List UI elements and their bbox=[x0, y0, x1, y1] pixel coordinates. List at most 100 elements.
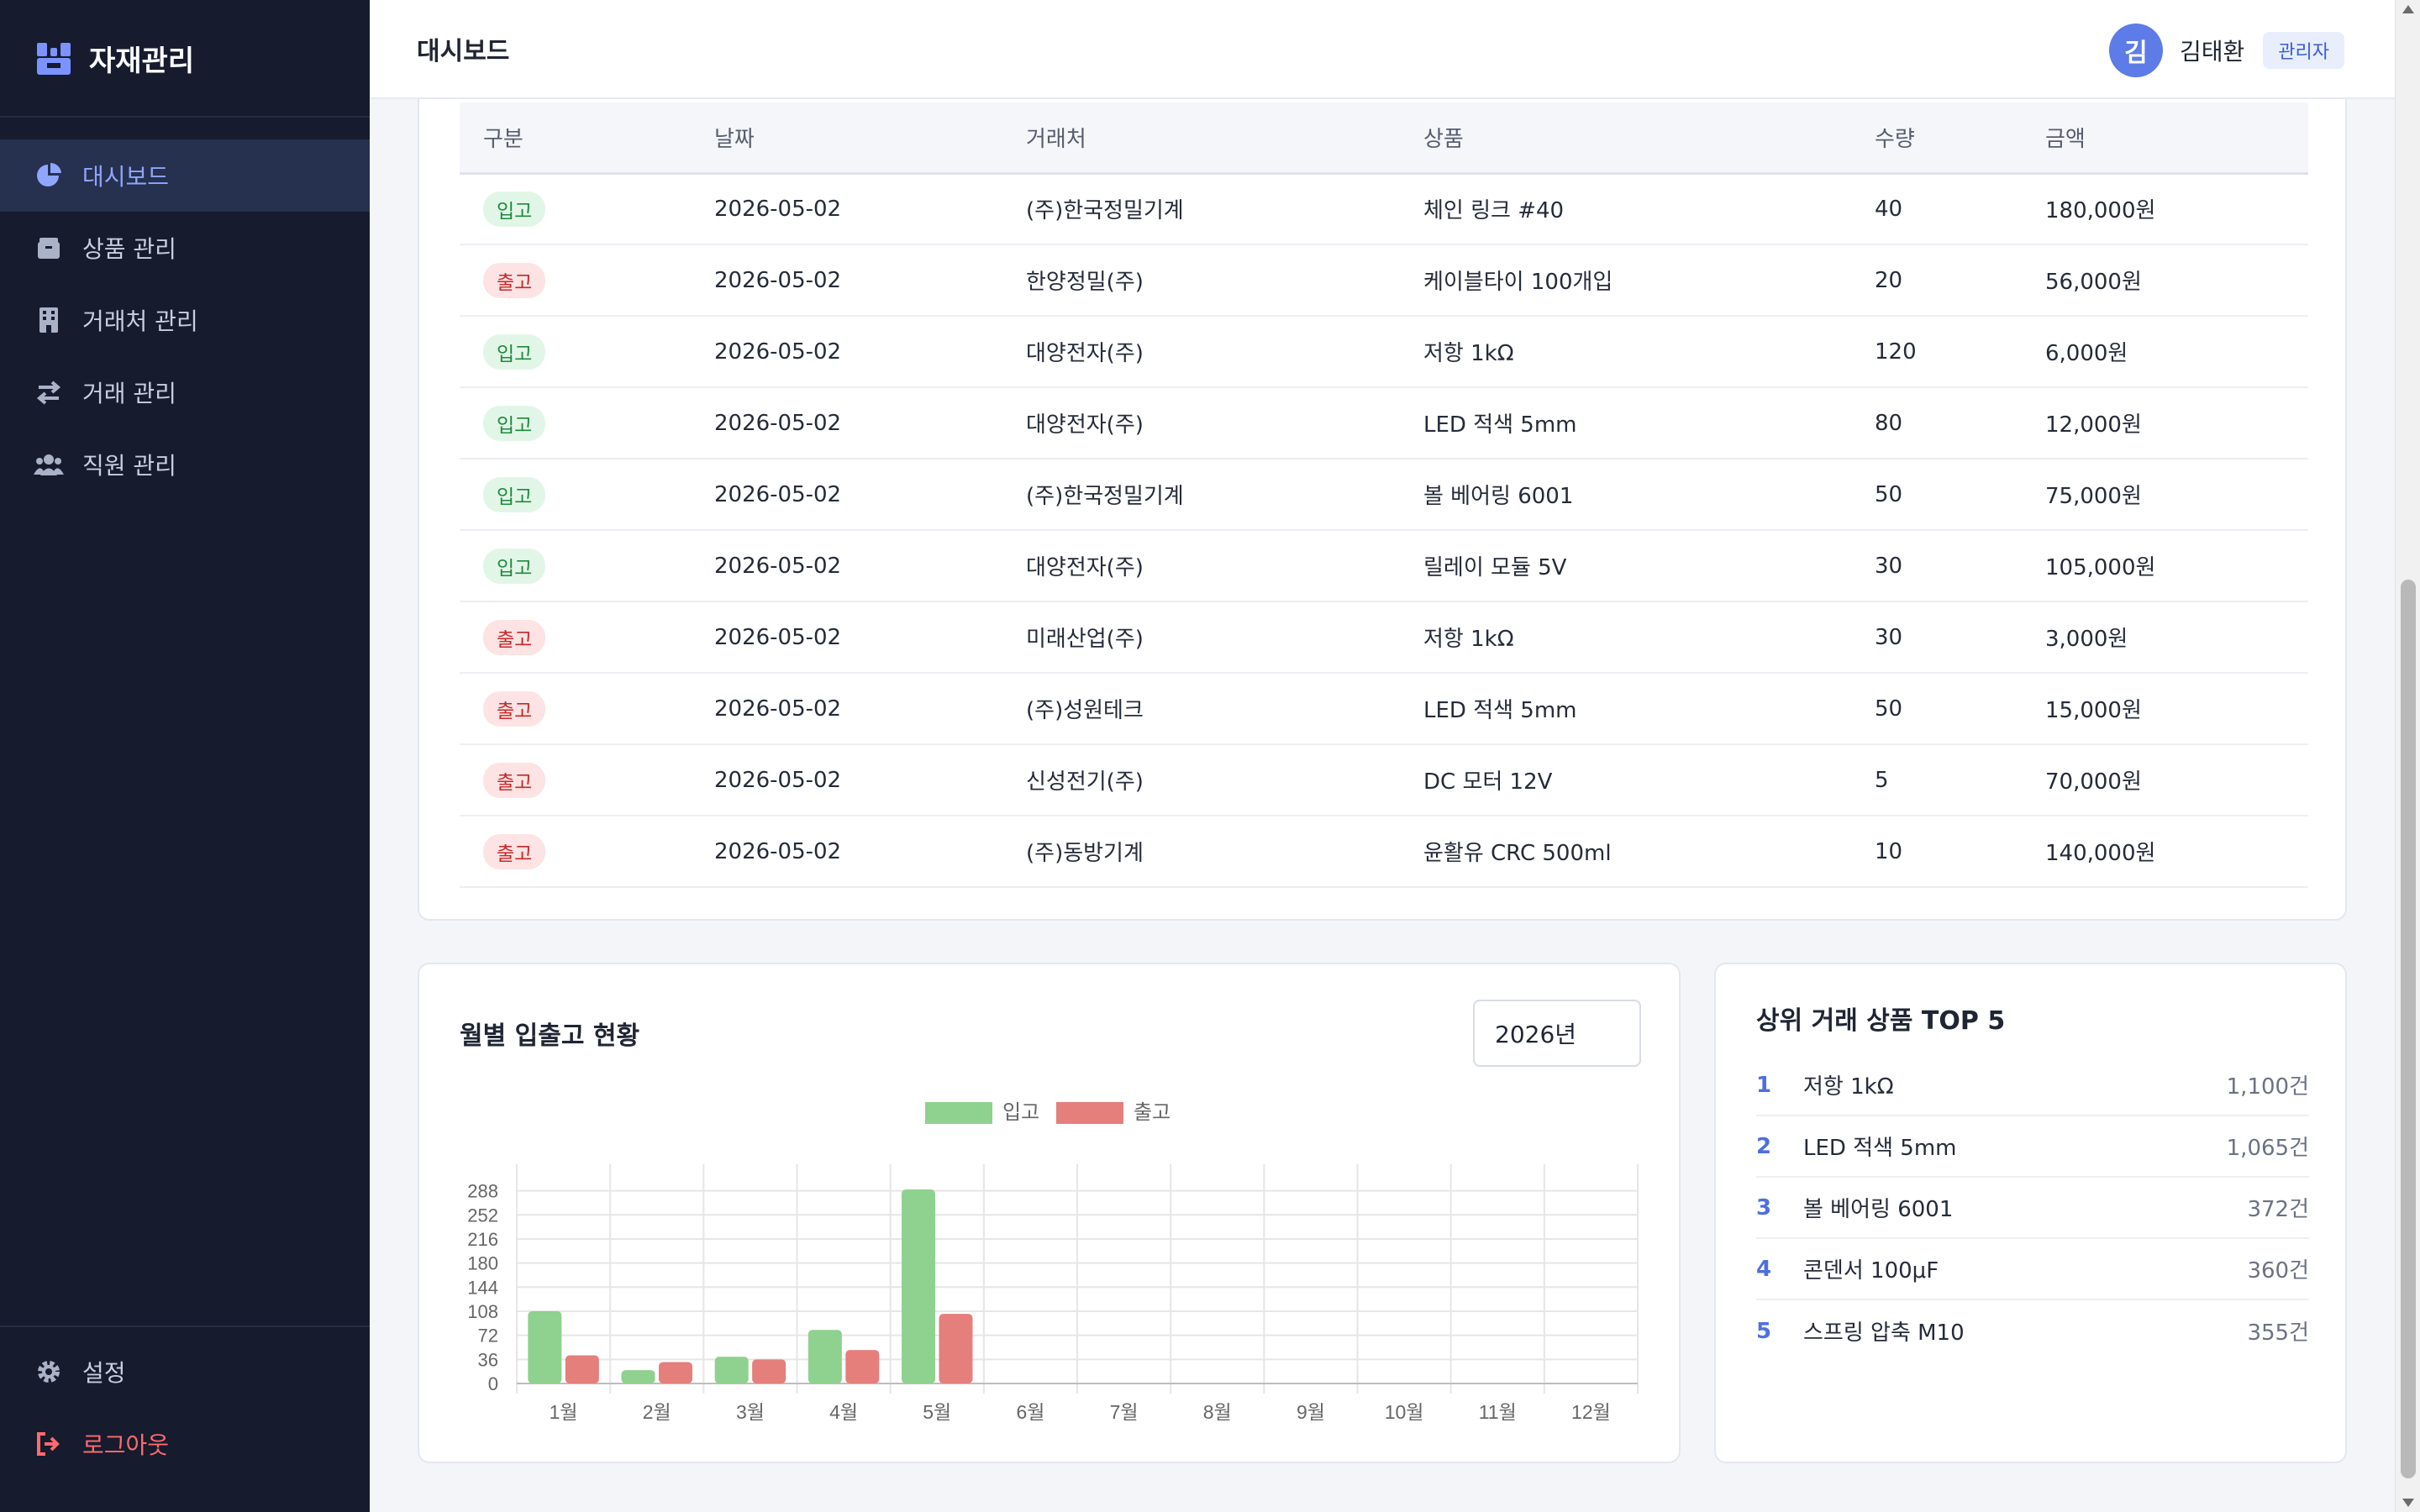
table-row[interactable]: 출고 2026-05-02 (주)동방기계 윤활유 CRC 500ml 10 1… bbox=[460, 816, 2308, 887]
partner-cell: (주)한국정밀기계 bbox=[1026, 198, 1184, 224]
date-cell: 2026-05-02 bbox=[714, 267, 842, 293]
qty-cell: 50 bbox=[1875, 696, 1903, 722]
top5-list: 1 저항 1kΩ 1,100건 2 LED 적색 5mm 1,065건 3 볼 … bbox=[1756, 1055, 2309, 1362]
sidebar-item-products[interactable]: 상품 관리 bbox=[0, 212, 370, 284]
transactions-table: 구분 날짜 거래처 상품 수량 금액 입고 2026-05-02 (주)한국정밀… bbox=[460, 102, 2308, 888]
bar-inbound bbox=[528, 1310, 562, 1383]
sidebar-item-transactions[interactable]: 거래 관리 bbox=[0, 356, 370, 428]
product-cell: LED 적색 5mm bbox=[1423, 412, 1577, 438]
table-row[interactable]: 입고 2026-05-02 대양전자(주) LED 적색 5mm 80 12,0… bbox=[460, 387, 2308, 459]
top5-card: 상위 거래 상품 TOP 5 1 저항 1kΩ 1,100건 2 LED 적색 … bbox=[1714, 963, 2347, 1463]
partner-cell: (주)한국정밀기계 bbox=[1026, 484, 1184, 509]
table-row[interactable]: 입고 2026-05-02 (주)한국정밀기계 체인 링크 #40 40 180… bbox=[460, 173, 2308, 244]
app-title: 자재관리 bbox=[89, 44, 195, 78]
table-row[interactable]: 입고 2026-05-02 대양전자(주) 릴레이 모듈 5V 30 105,0… bbox=[460, 530, 2308, 601]
x-tick-label: 4월 bbox=[829, 1401, 858, 1423]
scrollbar-thumb[interactable] bbox=[2401, 580, 2416, 1478]
list-item[interactable]: 4 콘덴서 100μF 360건 bbox=[1756, 1239, 2309, 1300]
qty-cell: 30 bbox=[1875, 553, 1903, 579]
table-row[interactable]: 출고 2026-05-02 신성전기(주) DC 모터 12V 5 70,000… bbox=[460, 744, 2308, 816]
list-item[interactable]: 5 스프링 압축 M10 355건 bbox=[1756, 1300, 2309, 1362]
sidebar-item-label: 대시보드 bbox=[82, 163, 170, 191]
amount-cell: 70,000원 bbox=[2045, 769, 2142, 795]
y-tick-label: 252 bbox=[467, 1205, 498, 1226]
logout-icon bbox=[34, 1429, 64, 1459]
type-cell: 출고 bbox=[460, 673, 691, 744]
bar-inbound bbox=[621, 1370, 655, 1383]
type-badge: 출고 bbox=[483, 262, 546, 298]
user-menu[interactable]: 김 김태환 관리자 bbox=[2108, 24, 2344, 77]
y-tick-label: 36 bbox=[478, 1349, 498, 1370]
product-cell: LED 적색 5mm bbox=[1423, 698, 1577, 723]
partner-cell: (주)동방기계 bbox=[1026, 841, 1144, 866]
user-name: 김태환 bbox=[2179, 38, 2245, 66]
settings-button[interactable]: 설정 bbox=[0, 1336, 370, 1408]
qty-cell: 10 bbox=[1875, 838, 1903, 864]
bar-outbound bbox=[752, 1359, 786, 1383]
x-tick-label: 2월 bbox=[643, 1401, 671, 1423]
table-row[interactable]: 입고 2026-05-02 (주)한국정밀기계 볼 베어링 6001 50 75… bbox=[460, 459, 2308, 530]
partner-cell: 대양전자(주) bbox=[1026, 341, 1144, 366]
list-item[interactable]: 2 LED 적색 5mm 1,065건 bbox=[1756, 1116, 2309, 1178]
product-cell: 케이블타이 100개입 bbox=[1423, 270, 1613, 295]
column-header-qty: 수량 bbox=[1875, 126, 1915, 152]
avatar[interactable]: 김 bbox=[2108, 24, 2163, 77]
product-cell: 체인 링크 #40 bbox=[1423, 198, 1565, 224]
building-icon bbox=[34, 305, 64, 335]
y-tick-label: 72 bbox=[478, 1326, 498, 1347]
bar-outbound bbox=[939, 1314, 973, 1383]
y-tick-label: 0 bbox=[488, 1373, 498, 1394]
x-tick-label: 8월 bbox=[1203, 1401, 1232, 1423]
legend-label: 입고 bbox=[1002, 1101, 1039, 1124]
table-row[interactable]: 입고 2026-05-02 대양전자(주) 저항 1kΩ 120 6,000원 bbox=[460, 316, 2308, 387]
logout-button[interactable]: 로그아웃 bbox=[0, 1408, 370, 1480]
amount-cell: 3,000원 bbox=[2045, 627, 2128, 652]
bar-inbound bbox=[714, 1357, 749, 1383]
brand[interactable]: 자재관리 bbox=[0, 0, 370, 118]
column-header-amount: 금액 bbox=[2045, 126, 2086, 152]
monthly-bar-chart: 0 3672 108 144 180 216 252 288 1월 2월 3월 4월 5월 6월 7월 8월 9… bbox=[467, 1101, 1639, 1423]
date-cell: 2026-05-02 bbox=[714, 410, 842, 436]
date-cell: 2026-05-02 bbox=[714, 339, 842, 365]
partner-cell: 대양전자(주) bbox=[1026, 555, 1144, 580]
rank-number: 1 bbox=[1756, 1072, 1772, 1098]
sidebar-item-label: 거래 관리 bbox=[82, 380, 176, 407]
date-cell: 2026-05-02 bbox=[714, 553, 842, 579]
logout-label: 로그아웃 bbox=[82, 1431, 170, 1459]
type-badge: 출고 bbox=[483, 833, 546, 869]
x-tick-label: 12월 bbox=[1571, 1401, 1611, 1423]
x-tick-label: 1월 bbox=[550, 1401, 578, 1423]
type-cell: 입고 bbox=[460, 173, 691, 244]
bar-inbound bbox=[808, 1330, 842, 1383]
x-tick-label: 6월 bbox=[1016, 1401, 1044, 1423]
partner-cell: (주)성원테크 bbox=[1026, 698, 1144, 723]
list-item[interactable]: 1 저항 1kΩ 1,100건 bbox=[1756, 1055, 2309, 1116]
exchange-arrows-icon bbox=[34, 377, 64, 407]
type-cell: 출고 bbox=[460, 244, 691, 316]
page-scrollbar[interactable] bbox=[2395, 0, 2420, 1512]
year-select[interactable]: 2026년 bbox=[1473, 1000, 1641, 1067]
table-row[interactable]: 출고 2026-05-02 미래산업(주) 저항 1kΩ 30 3,000원 bbox=[460, 601, 2308, 673]
sidebar-item-partners[interactable]: 거래처 관리 bbox=[0, 284, 370, 356]
product-name: 스프링 압축 M10 bbox=[1803, 1320, 1965, 1346]
x-tick-label: 9월 bbox=[1297, 1401, 1325, 1423]
scroll-up-arrow-icon[interactable] bbox=[2402, 5, 2414, 13]
list-item[interactable]: 3 볼 베어링 6001 372건 bbox=[1756, 1178, 2309, 1239]
type-cell: 출고 bbox=[460, 744, 691, 816]
sidebar-item-label: 직원 관리 bbox=[82, 452, 176, 480]
bar-outbound bbox=[845, 1350, 880, 1383]
table-header-row: 구분 날짜 거래처 상품 수량 금액 bbox=[460, 102, 2308, 173]
y-tick-label: 108 bbox=[467, 1301, 498, 1322]
sidebar-item-employees[interactable]: 직원 관리 bbox=[0, 428, 370, 501]
qty-cell: 20 bbox=[1875, 267, 1903, 293]
sidebar-footer: 설정 로그아웃 bbox=[0, 1326, 370, 1480]
table-row[interactable]: 출고 2026-05-02 (주)성원테크 LED 적색 5mm 50 15,0… bbox=[460, 673, 2308, 744]
role-badge: 관리자 bbox=[2263, 32, 2344, 69]
scroll-down-arrow-icon[interactable] bbox=[2402, 1499, 2414, 1507]
product-cell: 릴레이 모듈 5V bbox=[1423, 555, 1567, 580]
table-row[interactable]: 출고 2026-05-02 한양정밀(주) 케이블타이 100개입 20 56,… bbox=[460, 244, 2308, 316]
amount-cell: 56,000원 bbox=[2045, 270, 2142, 295]
sidebar-item-dashboard[interactable]: 대시보드 bbox=[0, 139, 370, 212]
legend-swatch bbox=[925, 1102, 992, 1124]
chart-title: 월별 입출고 현황 bbox=[460, 1021, 640, 1051]
